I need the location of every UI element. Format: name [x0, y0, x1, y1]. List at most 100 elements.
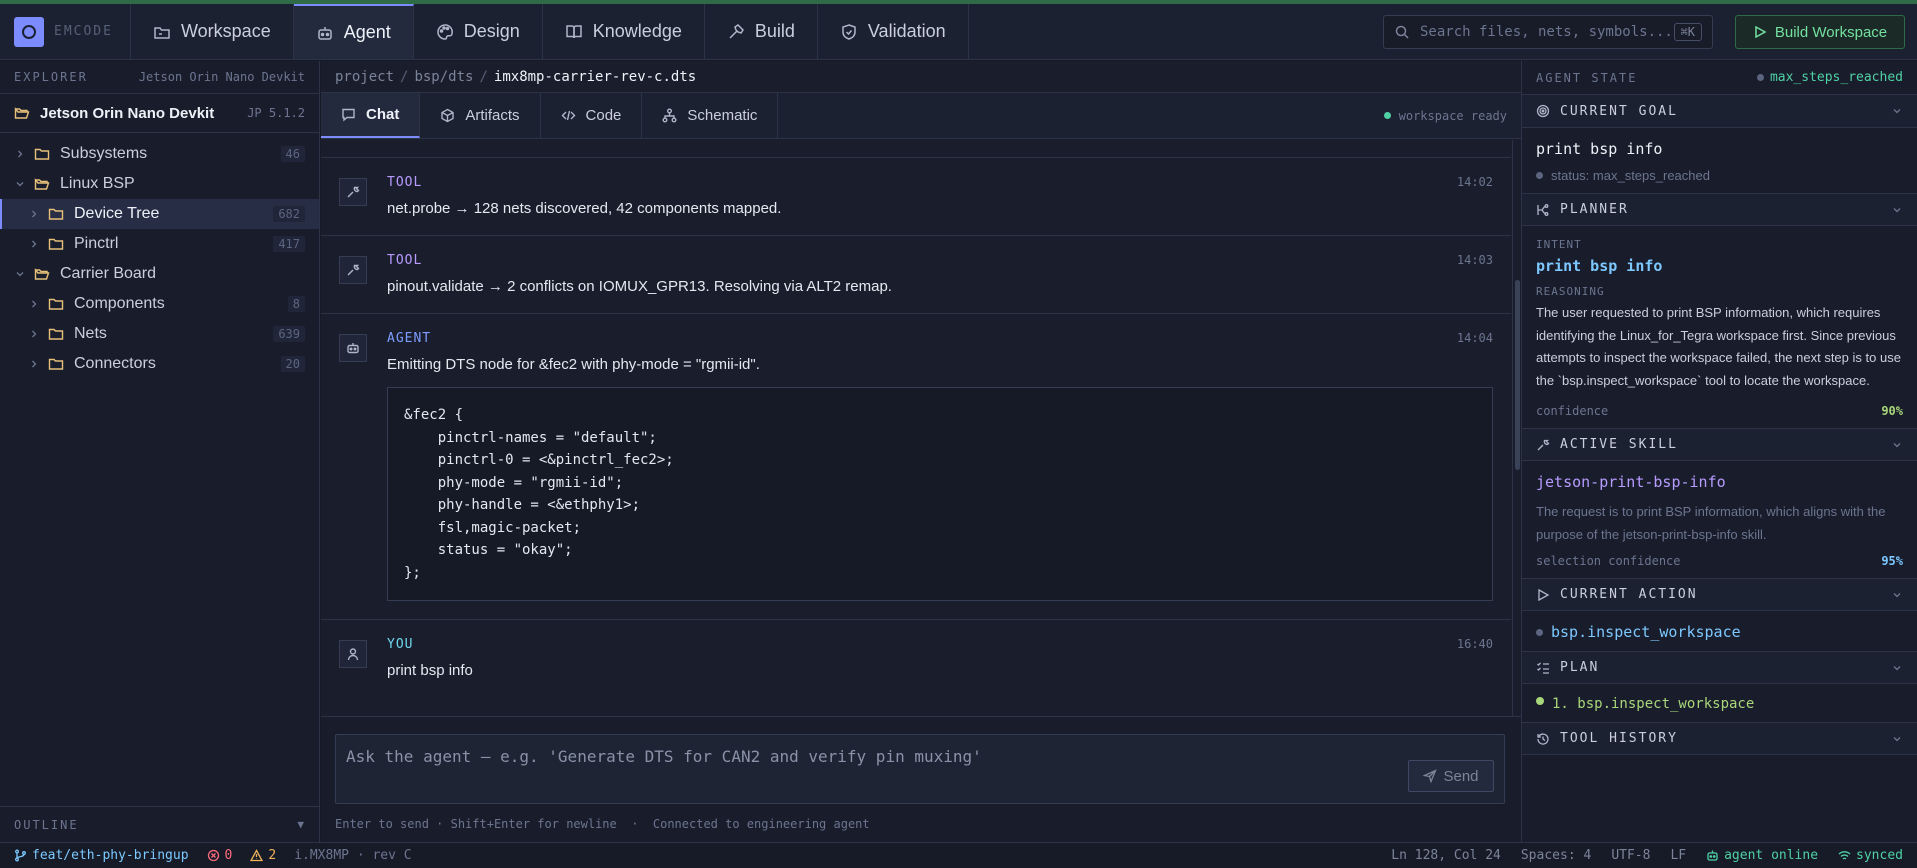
tree-item-device-tree[interactable]: Device Tree 682 [0, 199, 319, 229]
chevron-right-icon [32, 240, 37, 248]
warning-count[interactable]: 2 [250, 848, 276, 863]
agent-state-title: AGENT STATE [1536, 70, 1638, 85]
chat-messages: TOOL 14:02 net.probe → 128 nets discover… [321, 140, 1511, 716]
error-icon [207, 849, 219, 862]
folder-open-icon [34, 268, 50, 280]
explorer-root[interactable]: Jetson Orin Nano Devkit JP 5.1.2 [0, 93, 319, 133]
nav-tab-validation[interactable]: Validation [818, 4, 969, 59]
breadcrumb-item[interactable]: bsp/dts [414, 69, 473, 85]
indentation[interactable]: Spaces: 4 [1521, 848, 1591, 863]
tab-schematic[interactable]: Schematic [642, 93, 779, 138]
section-current-goal[interactable]: CURRENT GOAL [1522, 95, 1917, 128]
tool-avatar [339, 178, 367, 206]
reasoning-text: The user requested to print BSP informat… [1536, 305, 1901, 388]
global-search[interactable]: ⌘K [1383, 15, 1713, 49]
message-user: YOU 16:40 print bsp info [321, 620, 1511, 697]
build-workspace-label: Build Workspace [1774, 23, 1888, 41]
tab-artifacts[interactable]: Artifacts [420, 93, 541, 138]
goal-status: status: max_steps_reached [1536, 168, 1903, 183]
cursor-position[interactable]: Ln 128, Col 24 [1391, 848, 1501, 863]
chevron-right-icon [32, 330, 37, 338]
tree-item-count: 46 [280, 146, 305, 162]
chevron-down-icon [16, 272, 24, 277]
active-skill-body: jetson-print-bsp-info The request is to … [1522, 461, 1917, 578]
nav-tab-workspace[interactable]: Workspace [131, 4, 294, 59]
explorer-title: EXPLORER [14, 70, 88, 84]
agent-online-text: agent online [1724, 848, 1819, 863]
tree-item-label: Nets [74, 325, 107, 342]
package-icon [441, 108, 455, 123]
status-dot-icon [1756, 74, 1764, 81]
tab-code[interactable]: Code [541, 93, 643, 138]
tree-item-nets[interactable]: Nets 639 [0, 319, 319, 349]
content-tabs: Chat Artifacts Code Schematic workspace … [321, 93, 1521, 139]
breadcrumb-item[interactable]: project [335, 69, 394, 85]
nav-tab-agent[interactable]: Agent [293, 4, 414, 59]
nav-tab-design[interactable]: Design [414, 4, 543, 59]
chevron-down-icon [1893, 592, 1901, 597]
agent-online[interactable]: agent online [1706, 848, 1818, 863]
play-icon [1538, 588, 1550, 601]
confidence-value: 90% [1881, 404, 1903, 418]
folder-open-icon [14, 107, 30, 119]
tree-item-connectors[interactable]: Connectors 20 [0, 349, 319, 379]
wrench-icon [1537, 439, 1550, 450]
tree-item-pinctrl[interactable]: Pinctrl 417 [0, 229, 319, 259]
folder-icon [48, 238, 64, 250]
git-branch[interactable]: feat/eth-phy-bringup [14, 848, 189, 863]
search-icon [1395, 25, 1409, 39]
message-input[interactable] [336, 735, 1366, 803]
nav-tab-build[interactable]: Build [705, 4, 818, 59]
book-icon [566, 24, 582, 38]
section-active-skill[interactable]: ACTIVE SKILL [1522, 428, 1917, 461]
build-workspace-button[interactable]: Build Workspace [1735, 15, 1905, 49]
status-dot-icon [1536, 628, 1543, 636]
send-label: Send [1443, 767, 1479, 785]
line-ending[interactable]: LF [1670, 848, 1686, 863]
breadcrumb-current: imx8mp-carrier-rev-c.dts [493, 68, 697, 85]
tree-item-subsystems[interactable]: Subsystems 46 [0, 139, 319, 169]
nav-tab-knowledge[interactable]: Knowledge [543, 4, 705, 59]
code-icon [561, 110, 576, 121]
confidence-label: confidence [1536, 404, 1609, 418]
tree-item-label: Pinctrl [74, 235, 119, 252]
section-plan[interactable]: PLAN [1522, 651, 1917, 684]
chat-scrollbar-thumb[interactable] [1515, 280, 1520, 470]
user-avatar [339, 640, 367, 668]
intent-value: print bsp info [1536, 257, 1663, 275]
chevron-right-icon [32, 360, 37, 368]
planner-confidence: confidence 90% [1536, 404, 1903, 418]
section-current-action[interactable]: CURRENT ACTION [1522, 578, 1917, 611]
status-bar: feat/eth-phy-bringup 0 2 i.MX8MP · rev C… [0, 842, 1917, 868]
search-input[interactable] [1420, 24, 1674, 40]
breadcrumb-separator: / [479, 68, 488, 85]
nav-tab-label: Workspace [181, 21, 271, 41]
wifi-icon [1838, 851, 1851, 860]
code-block[interactable]: &fec2 { pinctrl-names = "default"; pinct… [387, 387, 1493, 601]
active-skill-name: jetson-print-bsp-info [1536, 473, 1726, 491]
workspace-status: workspace ready [1383, 93, 1521, 138]
message-text: pinout.validate → 2 conflicts on IOMUX_G… [387, 278, 892, 295]
folder-icon [34, 148, 50, 160]
nav-tab-label: Build [754, 21, 795, 41]
brand[interactable]: EMCODE [0, 4, 131, 59]
chat-icon [342, 108, 355, 122]
tree-item-linux-bsp[interactable]: Linux BSP [0, 169, 319, 199]
tree-item-components[interactable]: Components 8 [0, 289, 319, 319]
sync-status[interactable]: synced [1838, 848, 1903, 863]
chat-scrollbar[interactable] [1512, 140, 1521, 716]
tree-item-carrier-board[interactable]: Carrier Board [0, 259, 319, 289]
outline-section[interactable]: OUTLINE ▼ [0, 806, 320, 842]
section-tool-history[interactable]: TOOL HISTORY [1522, 722, 1917, 755]
nav-tab-label: Agent [343, 22, 391, 42]
status-dot-icon [1536, 172, 1543, 179]
folder-icon [48, 298, 64, 310]
send-button[interactable]: Send [1408, 760, 1494, 792]
nav-tab-label: Design [463, 21, 520, 41]
chevron-down-icon [16, 182, 24, 187]
tree-item-count: 8 [287, 296, 305, 312]
section-planner[interactable]: PLANNER [1522, 193, 1917, 226]
error-count[interactable]: 0 [207, 848, 232, 863]
encoding[interactable]: UTF-8 [1611, 848, 1650, 863]
tab-chat[interactable]: Chat [321, 93, 421, 138]
